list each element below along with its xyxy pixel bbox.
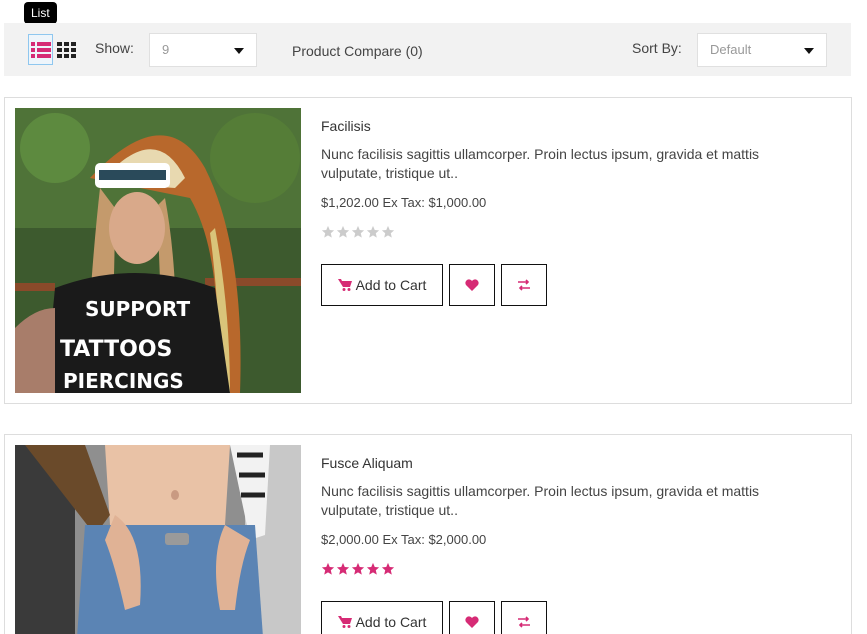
product-image[interactable] [15, 445, 301, 634]
exchange-icon [518, 616, 530, 628]
product-image[interactable]: SUPPORT TATTOOS PIERCINGS [15, 108, 301, 393]
grid-view-button[interactable] [54, 34, 79, 65]
tooltip-text: List [31, 6, 50, 20]
sort-by-value: Default [710, 42, 752, 57]
cart-icon [337, 279, 352, 291]
star-icon [336, 225, 350, 238]
compare-button[interactable] [501, 264, 547, 306]
product-info: Facilisis Nunc facilisis sagittis ullamc… [321, 117, 821, 239]
list-view-button[interactable] [28, 34, 53, 65]
svg-text:SUPPORT: SUPPORT [85, 297, 190, 321]
product-rating [321, 225, 821, 239]
star-icon [351, 562, 365, 575]
product-description: Nunc facilisis sagittis ullamcorper. Pro… [321, 483, 760, 518]
product-rating [321, 562, 821, 576]
product-card: SUPPORT TATTOOS PIERCINGS Facilisis Nunc… [4, 97, 852, 404]
star-icon [381, 562, 395, 575]
heart-icon [465, 279, 479, 291]
product-compare-link[interactable]: Product Compare (0) [292, 43, 423, 59]
star-icon [351, 225, 365, 238]
star-icon [321, 562, 335, 575]
add-to-cart-label: Add to Cart [355, 614, 427, 630]
heart-icon [465, 616, 479, 628]
product-toolbar: Show: 9 Product Compare (0) Sort By: Def… [4, 23, 851, 76]
add-to-cart-button[interactable]: Add to Cart [321, 264, 443, 306]
product-name[interactable]: Fusce Aliquam [321, 454, 821, 472]
product-description: Nunc facilisis sagittis ullamcorper. Pro… [321, 146, 760, 181]
star-icon [366, 562, 380, 575]
product-info: Fusce Aliquam Nunc facilisis sagittis ul… [321, 454, 821, 576]
product-price: $1,202.00 Ex Tax: $1,000.00 [321, 195, 487, 210]
sort-by-label: Sort By: [632, 40, 682, 56]
product-price: $2,000.00 Ex Tax: $2,000.00 [321, 532, 487, 547]
product-photo-icon [15, 445, 301, 634]
grid-icon [56, 41, 76, 58]
add-to-wishlist-button[interactable] [449, 601, 495, 634]
star-icon [336, 562, 350, 575]
product-name[interactable]: Facilisis [321, 117, 821, 135]
sort-by-select[interactable]: Default [697, 33, 827, 67]
product-actions: Add to Cart [321, 601, 553, 634]
add-to-cart-button[interactable]: Add to Cart [321, 601, 443, 634]
list-view-tooltip: List [24, 2, 57, 29]
compare-button[interactable] [501, 601, 547, 634]
product-card: Fusce Aliquam Nunc facilisis sagittis ul… [4, 434, 852, 634]
list-icon [30, 41, 51, 58]
show-limit-select[interactable]: 9 [149, 33, 257, 67]
chevron-down-icon [234, 48, 244, 54]
show-label: Show: [95, 40, 134, 56]
svg-text:PIERCINGS: PIERCINGS [63, 369, 184, 393]
star-icon [321, 225, 335, 238]
show-limit-value: 9 [162, 42, 170, 57]
star-icon [366, 225, 380, 238]
svg-text:TATTOOS: TATTOOS [60, 337, 172, 362]
cart-icon [337, 616, 352, 628]
product-actions: Add to Cart [321, 264, 553, 306]
product-photo-icon: SUPPORT TATTOOS PIERCINGS [15, 108, 301, 393]
exchange-icon [518, 279, 530, 291]
add-to-wishlist-button[interactable] [449, 264, 495, 306]
chevron-down-icon [804, 48, 814, 54]
star-icon [381, 225, 395, 238]
add-to-cart-label: Add to Cart [355, 277, 427, 293]
